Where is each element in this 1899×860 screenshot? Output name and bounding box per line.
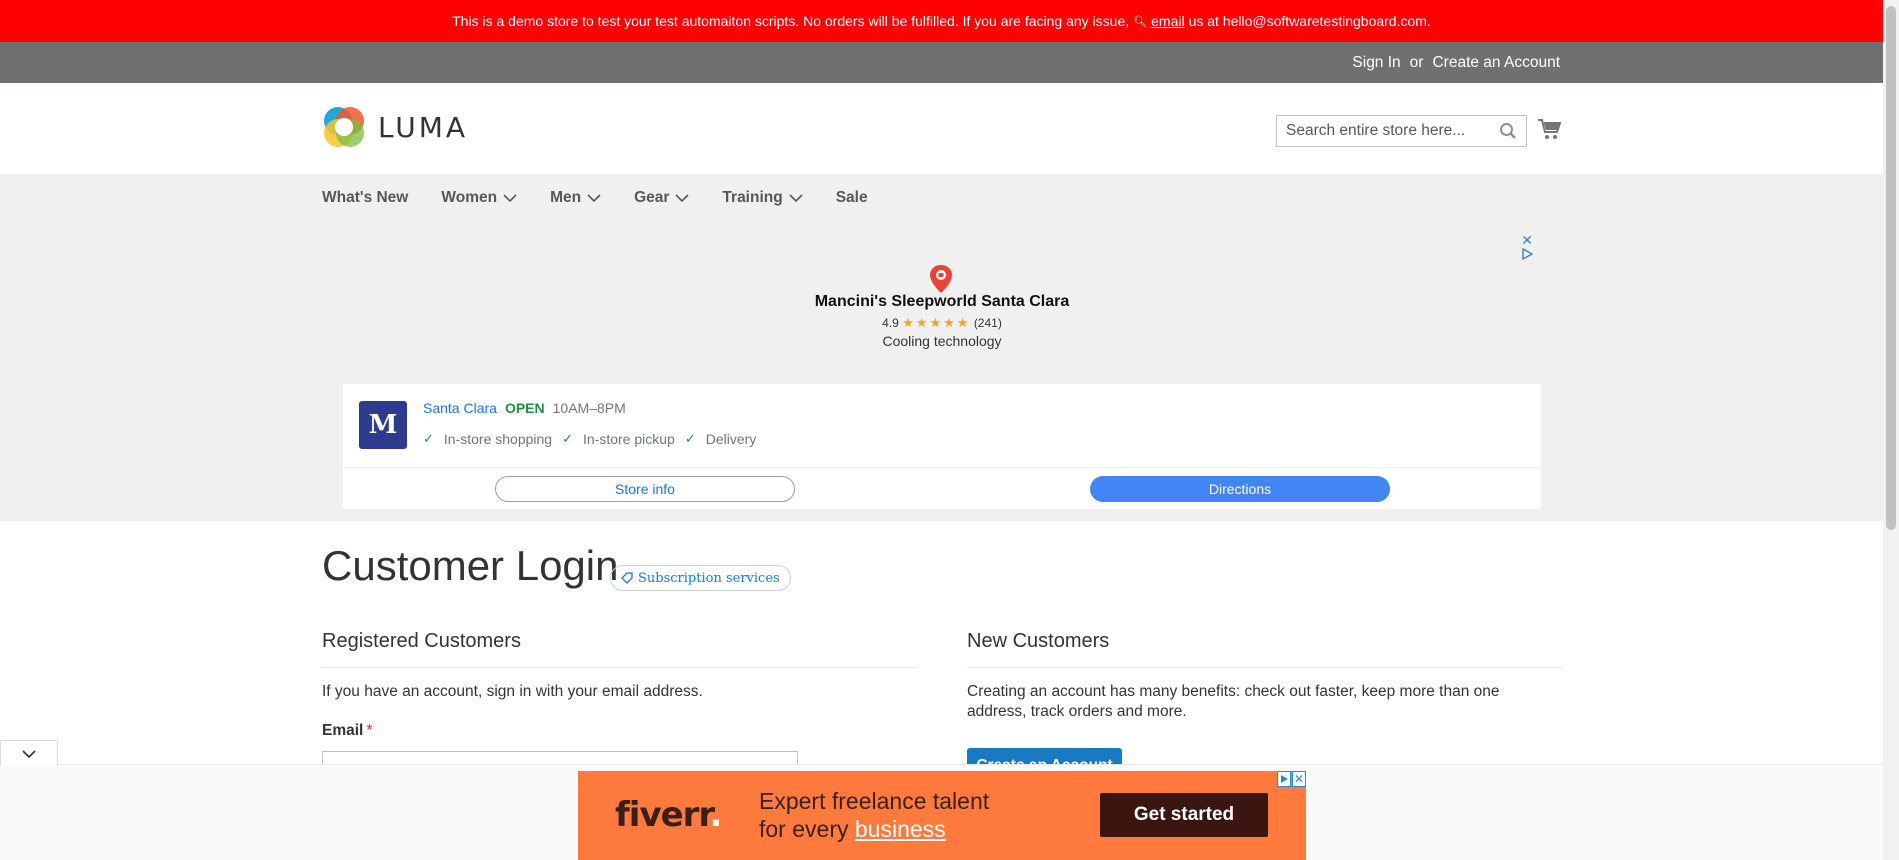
fiverr-brand: fiverr [615, 795, 710, 835]
new-customers-title: New Customers [967, 630, 1110, 652]
chevron-down-icon [675, 194, 689, 203]
ad-rating: 4.9 ★★★★★ (241) [343, 315, 1541, 331]
badge-label: Subscription services [638, 570, 780, 586]
feature-label: In-store pickup [583, 431, 675, 447]
store-hours: 10AM–8PM [552, 400, 626, 416]
store-logo-icon: M [359, 401, 407, 449]
demo-notice-banner: This is a demo store to test your test a… [0, 0, 1883, 42]
or-separator: or [1409, 53, 1424, 71]
store-logo[interactable]: LUMA [322, 105, 468, 149]
chevron-down-icon [503, 194, 517, 203]
ad-close-icon[interactable]: ✕ [1521, 232, 1533, 249]
store-logo-letter: M [368, 410, 398, 440]
store-ad: ✕ Mancini's Sleepworld Santa Clara 4.9 ★… [343, 230, 1541, 509]
required-mark: * [366, 722, 373, 739]
subscription-services-badge[interactable]: Subscription services [610, 565, 791, 591]
fiverr-ad[interactable]: fiverr. Expert freelance talent for ever… [578, 771, 1306, 860]
nav-label: Women [441, 189, 498, 206]
nav-item-men[interactable]: Men [550, 189, 601, 207]
email-label-text: Email [322, 722, 364, 739]
chevron-down-icon [789, 194, 803, 203]
ad-choices-icon[interactable] [1521, 248, 1533, 260]
store-status-line: Santa Clara OPEN 10AM–8PM [423, 400, 626, 416]
new-customers-text: Creating an account has many benefits: c… [967, 683, 1500, 720]
nav-label: Men [550, 189, 582, 206]
star-rating-icon: ★★★★★ [902, 315, 971, 330]
collapse-ad-button[interactable] [0, 740, 58, 766]
logo-text: LUMA [378, 110, 469, 144]
divider [343, 467, 1541, 468]
ad-tagline: Cooling technology [882, 333, 1002, 349]
divider [322, 667, 917, 668]
review-count: (241) [973, 316, 1002, 330]
nav-item-women[interactable]: Women [441, 189, 517, 207]
sign-in-link[interactable]: Sign In [1352, 54, 1400, 72]
store-info-button[interactable]: Store info [495, 476, 795, 502]
feature-label: In-store shopping [443, 431, 553, 447]
headline-business-link: business [854, 816, 946, 842]
top-panel: Sign In or Create an Account [0, 42, 1883, 83]
store-open-status: OPEN [504, 400, 545, 416]
fiverr-logo: fiverr. [615, 795, 722, 835]
banner-text-after: us at hello@softwaretestingboard.com. [1188, 13, 1431, 29]
search-icon[interactable] [1499, 122, 1517, 140]
create-account-link[interactable]: Create an Account [1432, 54, 1560, 72]
search-input[interactable] [1286, 122, 1496, 140]
account-links: Sign In or Create an Account [1352, 42, 1560, 83]
ad-store-name[interactable]: Mancini's Sleepworld Santa Clara [343, 293, 1541, 311]
page-title: Customer Login [322, 542, 619, 589]
magnifier-icon: 🔍︎ [1133, 15, 1148, 28]
checkmark-icon: ✓ [684, 431, 696, 446]
chevron-down-icon [587, 194, 601, 203]
headline-line1: Expert freelance talent [759, 788, 990, 814]
nav-label: What's New [322, 189, 409, 206]
store-features: ✓ In-store shopping ✓ In-store pickup ✓ … [423, 431, 756, 447]
nav-label: Training [722, 189, 783, 206]
nav-item-gear[interactable]: Gear [634, 189, 689, 207]
banner-text-before: This is a demo store to test your test a… [452, 13, 1130, 29]
search-box [1276, 115, 1527, 147]
ad-choices-icon[interactable] [1277, 771, 1291, 787]
luma-logo-icon [324, 107, 364, 147]
checkmark-icon: ✓ [562, 431, 573, 446]
feature-label: Delivery [705, 431, 757, 447]
email-label: Email * [322, 722, 372, 740]
nav-item-sale[interactable]: Sale [836, 189, 868, 207]
fiverr-headline: Expert freelance talent for every busine… [759, 787, 989, 843]
tag-icon [621, 572, 633, 584]
banner-email-link[interactable]: email [1151, 13, 1184, 29]
scrollbar[interactable] [1883, 0, 1899, 860]
nav-item-training[interactable]: Training [722, 189, 803, 207]
headline-line2: for every business [759, 815, 989, 843]
nav-label: Sale [835, 189, 868, 206]
checkmark-icon: ✓ [423, 431, 434, 446]
header: LUMA [0, 83, 1883, 174]
headline-line2-prefix: for every [759, 816, 849, 842]
nav-label: Gear [634, 189, 670, 206]
nav-item-whats-new[interactable]: What's New [322, 189, 408, 207]
map-pin-icon [930, 265, 952, 293]
registered-customers-title: Registered Customers [322, 630, 521, 652]
ad-close-icon[interactable]: ✕ [1292, 771, 1306, 787]
chevron-down-icon [22, 749, 36, 758]
directions-button[interactable]: Directions [1090, 476, 1390, 502]
fiverr-dot: . [709, 795, 722, 835]
cart-icon[interactable] [1537, 117, 1561, 141]
main-nav: What's New Women Men Gear Training Sale [322, 174, 901, 222]
ad-store-panel: M Santa Clara OPEN 10AM–8PM ✓ In-store s… [343, 384, 1541, 509]
registered-intro: If you have an account, sign in with you… [322, 683, 703, 700]
scrollbar-thumb[interactable] [1886, 6, 1896, 530]
get-started-button[interactable]: Get started [1100, 793, 1268, 837]
store-city[interactable]: Santa Clara [423, 400, 497, 416]
divider [967, 667, 1562, 668]
rating-value: 4.9 [882, 316, 899, 330]
